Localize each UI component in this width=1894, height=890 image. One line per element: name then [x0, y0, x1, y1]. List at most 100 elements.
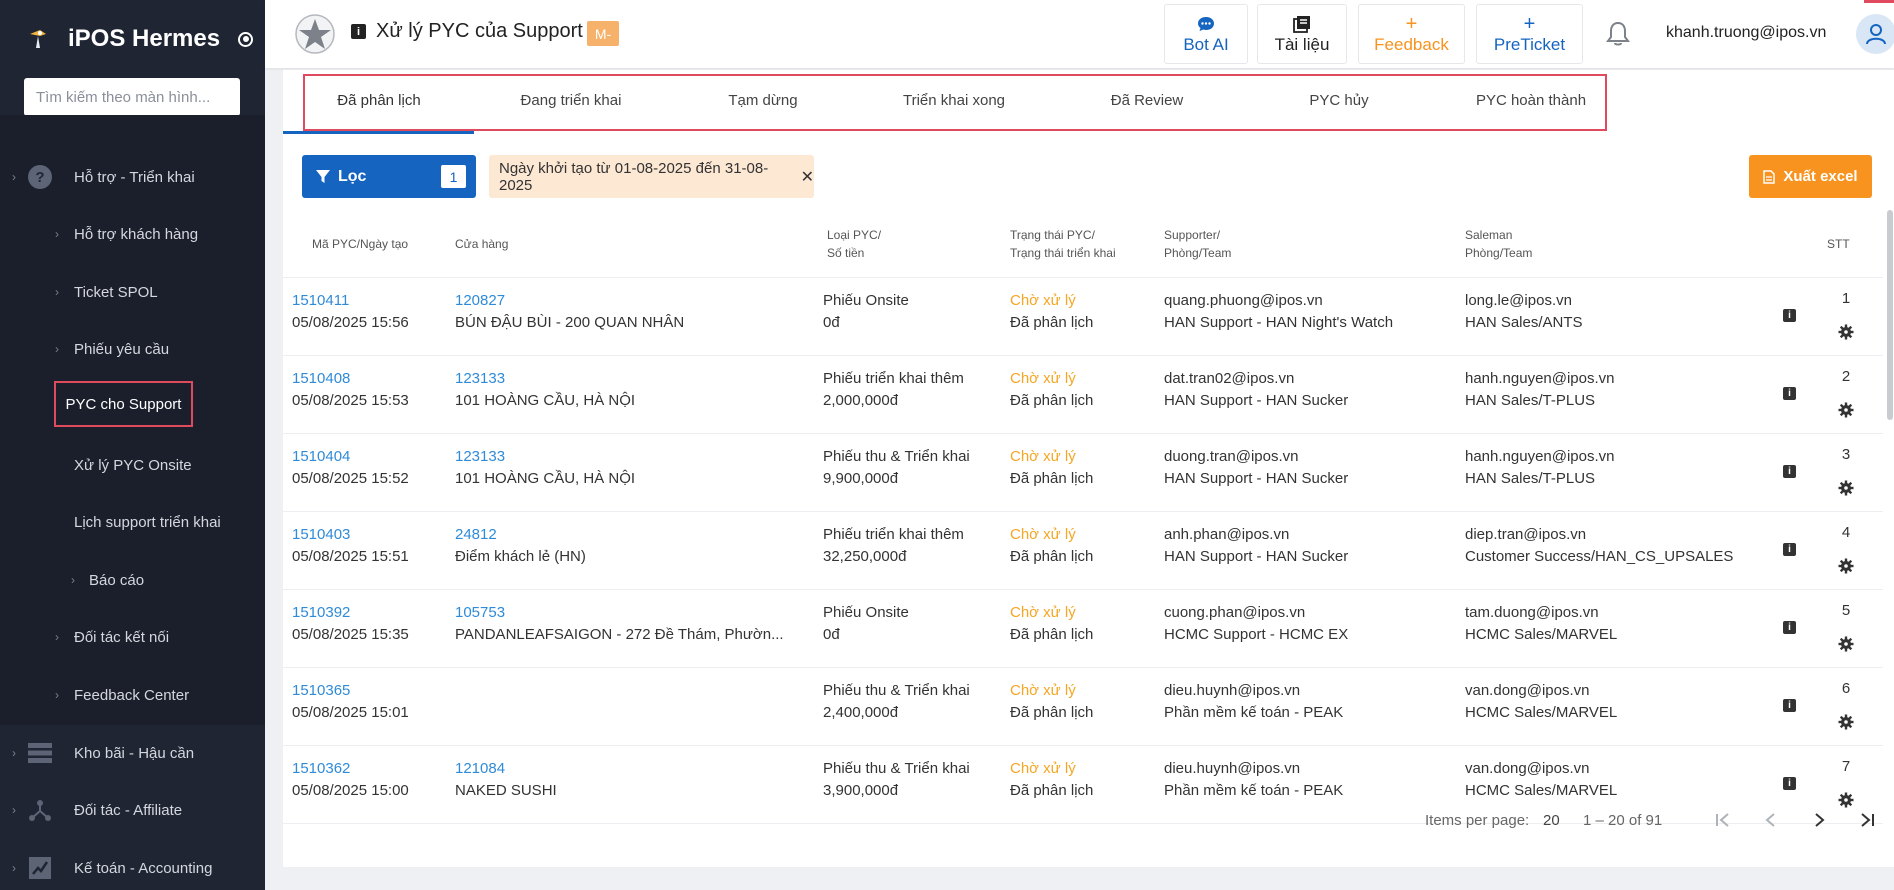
- saleman-email: diep.tran@ipos.vn: [1465, 526, 1587, 543]
- content-card: Đã phân lịch Đang triển khai Tạm dừng Tr…: [283, 70, 1894, 867]
- preticket-label: PreTicket: [1493, 35, 1566, 54]
- store-id-link[interactable]: 123133: [455, 446, 505, 468]
- sidebar-item-label: Kho bãi - Hậu cần: [74, 744, 195, 762]
- store-id-link[interactable]: 120827: [455, 290, 505, 312]
- supporter-email: quang.phuong@ipos.vn: [1164, 292, 1323, 309]
- info-icon[interactable]: i: [351, 24, 366, 39]
- sidebar-item-label: Xử lý PYC Onsite: [74, 456, 192, 474]
- sidebar-item-doi-tac-affiliate[interactable]: › Đối tác - Affiliate: [0, 788, 265, 832]
- saleman-email: tam.duong@ipos.vn: [1465, 604, 1599, 621]
- pyc-code-link[interactable]: 1510362: [292, 758, 350, 780]
- row-info-icon[interactable]: i: [1783, 387, 1796, 400]
- pyc-code-link[interactable]: 1510392: [292, 602, 350, 624]
- tab-tam-dung[interactable]: Tạm dừng: [728, 92, 797, 109]
- last-page-button[interactable]: [1855, 808, 1879, 832]
- filter-count-badge: 1: [441, 165, 466, 188]
- sidebar-item-phieu-yeu-cau[interactable]: › Phiếu yêu cầu: [0, 327, 265, 371]
- feedback-button[interactable]: + Feedback: [1358, 4, 1465, 64]
- gear-icon[interactable]: [1838, 480, 1854, 496]
- row-info-icon[interactable]: i: [1783, 777, 1796, 790]
- page-title: i Xử lý PYC của Support: [351, 20, 583, 43]
- table-row[interactable]: 1510403 05/08/2025 15:51 24812 Điểm khách l…: [283, 512, 1883, 590]
- preticket-button[interactable]: + PreTicket: [1476, 4, 1583, 64]
- sidebar-item-lich-support[interactable]: Lịch support triển khai: [0, 500, 265, 544]
- next-page-button[interactable]: [1807, 808, 1831, 832]
- close-icon[interactable]: ✕: [801, 167, 814, 187]
- pyc-status: Chờ xử lý: [1010, 526, 1076, 543]
- table-row[interactable]: 1510411 05/08/2025 15:56 120827 BÚN ĐẬU BÙI…: [283, 278, 1883, 356]
- pyc-type: Phiếu triển khai thêm: [823, 370, 964, 387]
- supporter-email: duong.tran@ipos.vn: [1164, 448, 1299, 465]
- gear-icon[interactable]: [1838, 714, 1854, 730]
- row-info-icon[interactable]: i: [1783, 699, 1796, 712]
- row-info-icon[interactable]: i: [1783, 621, 1796, 634]
- sidebar-item-kho-bai[interactable]: › Kho bãi - Hậu cần: [0, 731, 265, 775]
- store-id-link[interactable]: 123133: [455, 368, 505, 390]
- bot-ai-button[interactable]: Bot AI: [1164, 4, 1248, 64]
- paginator: Items per page: 20 1 – 20 of 91: [283, 800, 1883, 840]
- pyc-code-link[interactable]: 1510408: [292, 368, 350, 390]
- table-row[interactable]: 1510408 05/08/2025 15:53 123133 101 HOÀNG C…: [283, 356, 1883, 434]
- amount: 2,000,000đ: [823, 392, 899, 409]
- store-id-link[interactable]: 24812: [455, 524, 497, 546]
- row-info-icon[interactable]: i: [1783, 309, 1796, 322]
- sidebar-item-bao-cao[interactable]: › Báo cáo: [0, 558, 265, 602]
- sidebar-item-pyc-cho-support[interactable]: PYC cho Support: [54, 381, 193, 427]
- tab-trien-khai-xong[interactable]: Triển khai xong: [903, 92, 1005, 109]
- tab-da-review[interactable]: Đã Review: [1111, 92, 1184, 109]
- sidebar-item-ke-toan[interactable]: › Kế toán - Accounting: [0, 846, 265, 890]
- tab-pyc-huy[interactable]: PYC hủy: [1309, 92, 1368, 109]
- pyc-code-link[interactable]: 1510404: [292, 446, 350, 468]
- items-per-page-select[interactable]: 20: [1543, 812, 1560, 829]
- store-id-link[interactable]: 105753: [455, 602, 505, 624]
- pyc-type: Phiếu triển khai thêm: [823, 526, 964, 543]
- sidebar-item-ticket-spol[interactable]: › Ticket SPOL: [0, 270, 265, 314]
- gear-icon[interactable]: [1838, 402, 1854, 418]
- table-row[interactable]: 1510365 05/08/2025 15:01 Phiếu thu & Triển…: [283, 668, 1883, 746]
- first-page-button[interactable]: [1711, 808, 1735, 832]
- sidebar-item-feedback-center[interactable]: › Feedback Center: [0, 673, 265, 717]
- user-email[interactable]: khanh.truong@ipos.vn: [1666, 24, 1826, 42]
- pyc-type: Phiếu Onsite: [823, 604, 909, 621]
- tab-pyc-hoan-thanh[interactable]: PYC hoàn thành: [1476, 92, 1586, 109]
- filter-button[interactable]: Lọc 1: [302, 155, 476, 198]
- sidebar-item-xu-ly-pyc-onsite[interactable]: Xử lý PYC Onsite: [0, 443, 265, 487]
- saleman-team: HAN Sales/T-PLUS: [1465, 392, 1596, 409]
- sidebar-item-ho-tro-khach-hang[interactable]: › Hỗ trợ khách hàng: [0, 212, 265, 256]
- prev-page-button[interactable]: [1759, 808, 1783, 832]
- tai-lieu-label: Tài liệu: [1274, 35, 1330, 54]
- gear-icon[interactable]: [1838, 636, 1854, 652]
- sidebar-search-input[interactable]: [24, 78, 240, 116]
- pyc-code-link[interactable]: 1510411: [292, 290, 349, 312]
- col-header-supporter-line2: Phòng/Team: [1164, 246, 1232, 260]
- row-info-icon[interactable]: i: [1783, 465, 1796, 478]
- brand[interactable]: iPOS Hermes: [0, 0, 265, 78]
- avatar[interactable]: [1856, 14, 1894, 54]
- sidebar-item-ho-tro-trien-khai[interactable]: › ? Hỗ trợ - Triển khai: [0, 155, 265, 199]
- table-row[interactable]: 1510392 05/08/2025 15:35 105753 PANDANLEAFS…: [283, 590, 1883, 668]
- tai-lieu-button[interactable]: Tài liệu: [1257, 4, 1347, 64]
- created-date: 05/08/2025 15:53: [292, 392, 409, 409]
- radio-dot-icon[interactable]: [238, 31, 254, 47]
- row-info-icon[interactable]: i: [1783, 543, 1796, 556]
- export-excel-button[interactable]: Xuất excel: [1749, 155, 1872, 198]
- gear-icon[interactable]: [1838, 324, 1854, 340]
- filter-icon: [316, 169, 330, 183]
- pyc-code-link[interactable]: 1510403: [292, 524, 350, 546]
- pyc-code-link[interactable]: 1510365: [292, 680, 350, 702]
- store-name: 101 HOÀNG CẦU, HÀ NỘI: [455, 470, 636, 487]
- chevron-right-icon: ›: [55, 285, 59, 299]
- tab-da-phan-lich[interactable]: Đã phân lịch: [337, 92, 420, 109]
- created-date: 05/08/2025 15:52: [292, 470, 409, 487]
- date-filter-chip: Ngày khởi tạo từ 01-08-2025 đến 31-08-20…: [489, 155, 814, 198]
- pyc-type: Phiếu thu & Triển khai: [823, 448, 970, 465]
- bell-icon[interactable]: [1605, 20, 1631, 48]
- table-scrollbar[interactable]: [1887, 210, 1893, 420]
- sidebar-item-doi-tac-ket-noi[interactable]: › Đối tác kết nối: [0, 615, 265, 659]
- gear-icon[interactable]: [1838, 558, 1854, 574]
- table-row[interactable]: 1510404 05/08/2025 15:52 123133 101 HOÀNG C…: [283, 434, 1883, 512]
- header-accent-line: [1864, 0, 1894, 3]
- tab-dang-trien-khai[interactable]: Đang triển khai: [521, 92, 622, 109]
- table-header: Mã PYC/Ngày tạo Cửa hàng Loại PYC/ Số ti…: [283, 210, 1883, 278]
- store-id-link[interactable]: 121084: [455, 758, 505, 780]
